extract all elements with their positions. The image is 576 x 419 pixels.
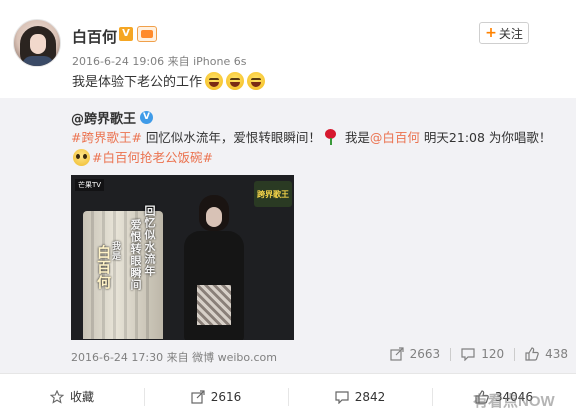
repost-like-action[interactable]: 438 [525,347,568,361]
repost-username[interactable]: @跨界歌王 V [71,108,154,127]
watermark: 有看点NOW [473,393,555,410]
follow-button[interactable]: + 关注 [479,22,529,44]
thumbs-up-icon [525,347,539,361]
repost-share-action[interactable]: 2663 [390,347,441,361]
repost-count: 2616 [210,389,242,404]
channel-tag: 芒果TV [75,179,105,191]
repost-text-2: 我是 [340,130,370,145]
repost-text: #跨界歌王# 回忆似水流年，爱恨转眼瞬间！ 我是@白百何 明天21:08 为你唱… [71,128,566,168]
media-image[interactable]: 回忆似水流年 爱恨转眼瞬间 我是 白百何 芒果TV 跨界歌王 [71,175,294,340]
avatar-face [30,34,46,54]
post-meta[interactable]: 2016-6-24 19:06 来自 iPhone 6s [72,53,246,69]
rose-icon [323,129,339,145]
repost-comment-count: 120 [481,347,505,361]
avatar[interactable] [13,19,61,67]
comment-count: 2842 [354,389,386,404]
shy-emoji-icon [73,149,90,166]
avatar-shirt [22,56,54,66]
comment-icon [335,390,349,404]
overlay-text-4: 白百何 [95,245,111,290]
mention-link[interactable]: @白百何 [370,130,420,145]
repost-like-count: 438 [545,347,568,361]
follow-label: 关注 [498,26,523,41]
repost-meta[interactable]: 2016-6-24 17:30 来自 微博 weibo.com [71,349,277,365]
comment-button[interactable]: 2842 [288,374,432,419]
repost-text-1: 回忆似水流年，爱恨转眼瞬间！ [141,130,321,145]
performer-figure [179,195,249,340]
favorite-button[interactable]: 收藏 [0,374,144,419]
verified-badge-icon[interactable]: V [119,27,133,41]
post-text-content: 我是体验下老公的工作 [72,75,203,90]
laugh-cry-emoji-icon [226,71,245,90]
hashtag-link-2[interactable]: #白百何抢老公饭碗# [92,150,213,165]
overlay-text-2: 爱恨转眼瞬间 [129,219,142,291]
repost-comment-action[interactable]: 120 [461,347,504,361]
show-logo: 跨界歌王 [254,181,292,207]
repost-username-text[interactable]: @跨界歌王 [71,108,136,127]
verified-v-icon: V [140,111,154,124]
comment-icon [461,347,475,361]
post-text: 我是体验下老公的工作 [72,71,266,90]
repost-share-count: 2663 [409,347,441,361]
share-icon [191,389,205,404]
share-icon [390,347,404,361]
overlay-text-1: 回忆似水流年 [143,205,156,277]
star-icon [49,389,64,404]
repost-card[interactable]: @跨界歌王 V #跨界歌王# 回忆似水流年，爱恨转眼瞬间！ 我是@白百何 明天2… [0,98,576,373]
member-crown-icon[interactable] [137,26,157,42]
repost-text-3: 明天21:08 为你唱歌！ [419,130,552,145]
laugh-cry-emoji-icon [205,71,224,90]
plus-icon: + [485,25,497,41]
username[interactable]: 白百何 [72,26,117,47]
favorite-label: 收藏 [69,390,94,404]
repost-actions: 2663 120 438 [390,347,568,361]
laugh-cry-emoji-icon [247,71,266,90]
repost-button[interactable]: 2616 [144,374,288,419]
hashtag-link[interactable]: #跨界歌王# [71,130,142,145]
